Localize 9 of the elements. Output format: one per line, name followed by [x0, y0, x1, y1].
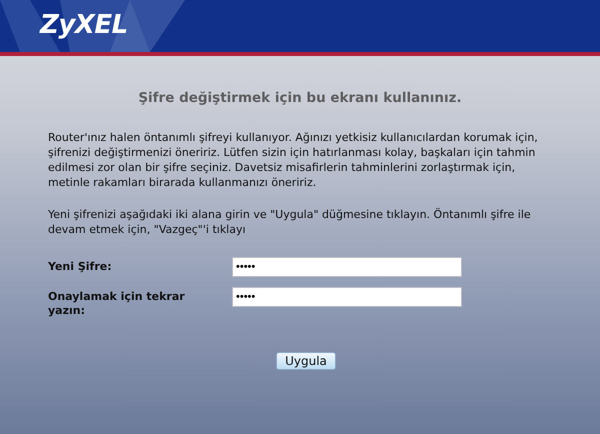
field-label: Yeni Şifre:: [48, 259, 113, 274]
apply-button[interactable]: Uygula: [276, 352, 336, 370]
field-label: Onaylamak için tekrar yazın:: [48, 289, 186, 318]
instruction-text: Router'ınız halen öntanımlı şifreyi kullanıyor. Ağınızı yetkisiz kullanıcılardan korumak için, şifrenizi değiştirmenizi öneririz. Lütfen sizin için hatırlanması kolay, başkaları için tahmin edilmesi zor olan bir şifre seçiniz. Davetsiz misafirlerin tahminlerini zorlaştırmak için, metinle rakamları birarada kullanmanızı öneririz.: [48, 130, 539, 190]
password-field[interactable]: •••••: [232, 287, 462, 307]
instruction-text: Yeni şifrenizi aşağıdaki iki alana girin ve "Uygula" düğmesine tıklayın. Öntanımlı şifre ile devam etmek için, "Vazgeç"'i tıklayı: [48, 207, 532, 237]
password-field[interactable]: •••••: [232, 257, 462, 277]
page-heading: Şifre değiştirmek için bu ekranı kullanınız.: [137, 90, 463, 106]
logo: ZyXEL: [40, 10, 128, 40]
